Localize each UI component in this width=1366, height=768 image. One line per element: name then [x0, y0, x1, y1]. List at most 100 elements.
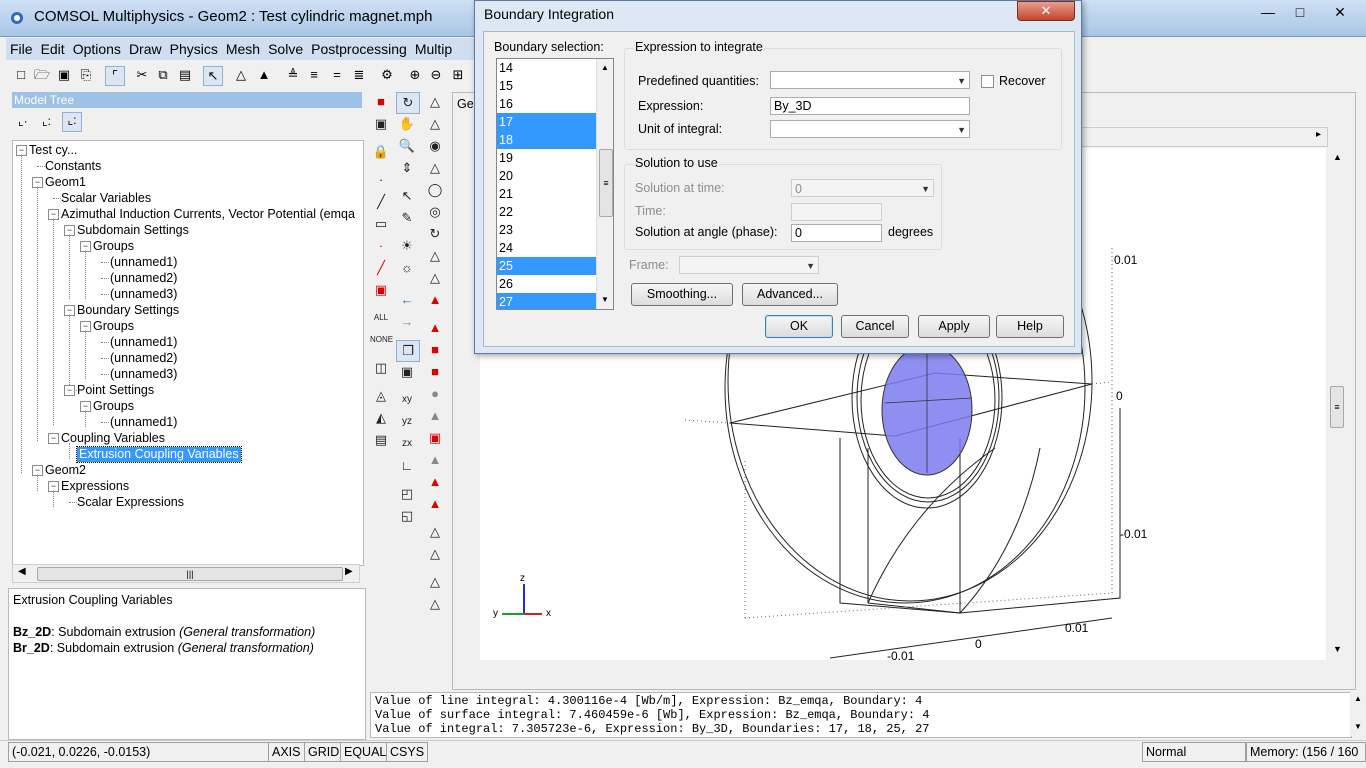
cone-icon[interactable]: △ — [424, 158, 446, 178]
menu-physics[interactable]: Physics — [166, 38, 222, 60]
recover-checkbox[interactable] — [981, 75, 994, 88]
graphics-scroll-thumb[interactable]: ≡ — [1330, 386, 1344, 428]
decrease-box-icon[interactable]: ◱ — [396, 506, 418, 526]
tree-node-boundary-groups[interactable]: Groups — [93, 319, 134, 334]
collapse-coupling-icon[interactable]: − — [48, 433, 59, 444]
close-window-icon[interactable]: ✕ — [1324, 2, 1356, 24]
hexa-icon[interactable]: △ — [424, 268, 446, 288]
boundary-list[interactable]: 14 15 16 17 18 19 20 21 22 23 24 25 26 2… — [496, 58, 614, 310]
arrow-left-icon[interactable]: ← — [396, 290, 418, 310]
equal-toggle[interactable]: EQUAL — [340, 742, 390, 762]
scroll-right-icon[interactable]: ▶ — [345, 566, 353, 577]
collapse-boundary-groups-icon[interactable]: − — [80, 321, 91, 332]
tree-node-bnd-unnamed1[interactable]: (unnamed1) — [110, 335, 177, 350]
block-icon[interactable]: △ — [424, 114, 446, 134]
select-pointer-icon[interactable]: ↖ — [203, 66, 223, 86]
equals-icon[interactable]: = — [328, 66, 346, 84]
tree-node-sub-unnamed3[interactable]: (unnamed3) — [110, 287, 177, 302]
boundary-item[interactable]: 16 — [497, 95, 596, 113]
red-line-icon[interactable]: ╱ — [370, 258, 392, 278]
tree-node-subdomain-settings[interactable]: Subdomain Settings — [77, 223, 189, 238]
list-scroll-down-icon[interactable]: ▼ — [601, 295, 609, 304]
menu-file[interactable]: File — [6, 38, 37, 60]
mirror-icon[interactable]: △ — [424, 594, 446, 614]
zoom-icon[interactable]: 🔍 — [396, 136, 418, 156]
tree-node-root[interactable]: Test cy... — [29, 143, 77, 158]
tree-view-full-icon[interactable]: ⌞: — [62, 112, 82, 132]
list-scroll-thumb[interactable]: ≡ — [599, 149, 613, 217]
refine-mesh-icon[interactable]: ▲ — [255, 66, 273, 84]
predefined-quantities-select[interactable]: ▼ — [770, 71, 970, 89]
coerce-solid-icon[interactable]: △ — [424, 522, 446, 542]
tree-node-pt-unnamed1[interactable]: (unnamed1) — [110, 415, 177, 430]
geom-export-icon[interactable]: ◭ — [370, 408, 392, 428]
model-tree-toggle-icon[interactable]: ⌜ — [105, 66, 125, 86]
tree-scroll-thumb[interactable]: ||| — [37, 567, 343, 581]
boundary-item[interactable]: 22 — [497, 203, 596, 221]
tree-node-application-mode[interactable]: Azimuthal Induction Currents, Vector Pot… — [61, 207, 355, 222]
boundary-item-selected[interactable]: 27 — [497, 293, 596, 309]
dialog-close-icon[interactable]: ✕ — [1017, 1, 1075, 21]
tetra-icon[interactable]: △ — [424, 246, 446, 266]
menu-multiphysics[interactable]: Multip — [411, 38, 456, 60]
minimize-icon[interactable]: — — [1252, 2, 1284, 24]
lock-icon[interactable]: 🔒 — [370, 142, 392, 162]
collapse-point-groups-icon[interactable]: − — [80, 401, 91, 412]
compose-icon[interactable]: ■ — [424, 362, 446, 382]
menu-solve[interactable]: Solve — [264, 38, 307, 60]
select-object-icon[interactable]: ↖ — [396, 186, 418, 206]
tree-node-geom2[interactable]: Geom2 — [45, 463, 86, 478]
scale-icon[interactable]: △ — [424, 572, 446, 592]
solver-parameters-icon[interactable]: ≡ — [305, 66, 323, 84]
boundary-list-scrollbar[interactable]: ▲ ≡ ▼ — [596, 59, 613, 309]
embed-icon[interactable]: ● — [424, 384, 446, 404]
menu-edit[interactable]: Edit — [37, 38, 69, 60]
tree-node-boundary-settings[interactable]: Boundary Settings — [77, 303, 179, 318]
red-point-icon[interactable]: · — [370, 236, 392, 256]
point-icon[interactable]: · — [370, 170, 392, 190]
union-icon[interactable]: ▲ — [424, 290, 446, 310]
line-icon[interactable]: ╱ — [370, 192, 392, 212]
boundary-item[interactable]: 15 — [497, 77, 596, 95]
apply-button[interactable]: Apply — [918, 315, 990, 338]
boundary-item-selected[interactable]: 18 — [497, 131, 596, 149]
collapse-subdomain-icon[interactable]: − — [64, 225, 75, 236]
boundary-item[interactable]: 26 — [497, 275, 596, 293]
copy-icon[interactable]: ⧉ — [154, 66, 172, 84]
geom-import-icon[interactable]: ◬ — [370, 386, 392, 406]
scroll-left-icon[interactable]: ◀ — [18, 566, 26, 577]
open-folder-icon[interactable]: 🗁 — [33, 66, 51, 84]
grid-toggle[interactable]: GRID — [304, 742, 344, 762]
collapse-subdomain-groups-icon[interactable]: − — [80, 241, 91, 252]
tree-node-constants[interactable]: Constants — [45, 159, 101, 174]
headlight-icon[interactable]: ☼ — [396, 258, 418, 278]
menu-postprocessing[interactable]: Postprocessing — [307, 38, 411, 60]
select-none-icon[interactable]: NONE — [370, 330, 393, 350]
expression-input[interactable] — [770, 97, 970, 115]
smoothing-button[interactable]: Smoothing... — [631, 283, 733, 306]
ok-button[interactable]: OK — [765, 315, 833, 338]
tree-node-point-settings[interactable]: Point Settings — [77, 383, 154, 398]
orbit-icon[interactable]: ↻ — [396, 92, 420, 114]
boundary-item-selected[interactable]: 25 — [497, 257, 596, 275]
view-wireframe-icon[interactable]: ▣ — [396, 362, 418, 382]
collapse-root-icon[interactable]: − — [16, 145, 27, 156]
red-square-icon[interactable]: ▣ — [370, 280, 392, 300]
collapse-point-icon[interactable]: − — [64, 385, 75, 396]
help-button[interactable]: Help — [996, 315, 1064, 338]
advanced-button[interactable]: Advanced... — [742, 283, 838, 306]
collapse-expressions-icon[interactable]: − — [48, 481, 59, 492]
tree-view-minimal-icon[interactable]: ⌞· — [18, 114, 28, 128]
tree-node-scalar-variables[interactable]: Scalar Variables — [61, 191, 151, 206]
boundary-item[interactable]: 23 — [497, 221, 596, 239]
intersection-icon[interactable]: ▲ — [424, 318, 446, 338]
scroll-up-icon[interactable]: ▲ — [1333, 152, 1342, 162]
triangle-mesh-icon[interactable]: △ — [232, 66, 250, 84]
select-face-icon[interactable]: ✎ — [396, 208, 418, 228]
new-file-icon[interactable]: □ — [12, 66, 30, 84]
paste-icon[interactable]: ▤ — [176, 66, 194, 84]
cut-icon[interactable]: ✂ — [133, 66, 151, 84]
log-scrollbar[interactable]: ▲ ▼ — [1350, 692, 1366, 736]
coerce-face-icon[interactable]: △ — [424, 544, 446, 564]
solve-icon[interactable]: ≜ — [284, 66, 302, 84]
